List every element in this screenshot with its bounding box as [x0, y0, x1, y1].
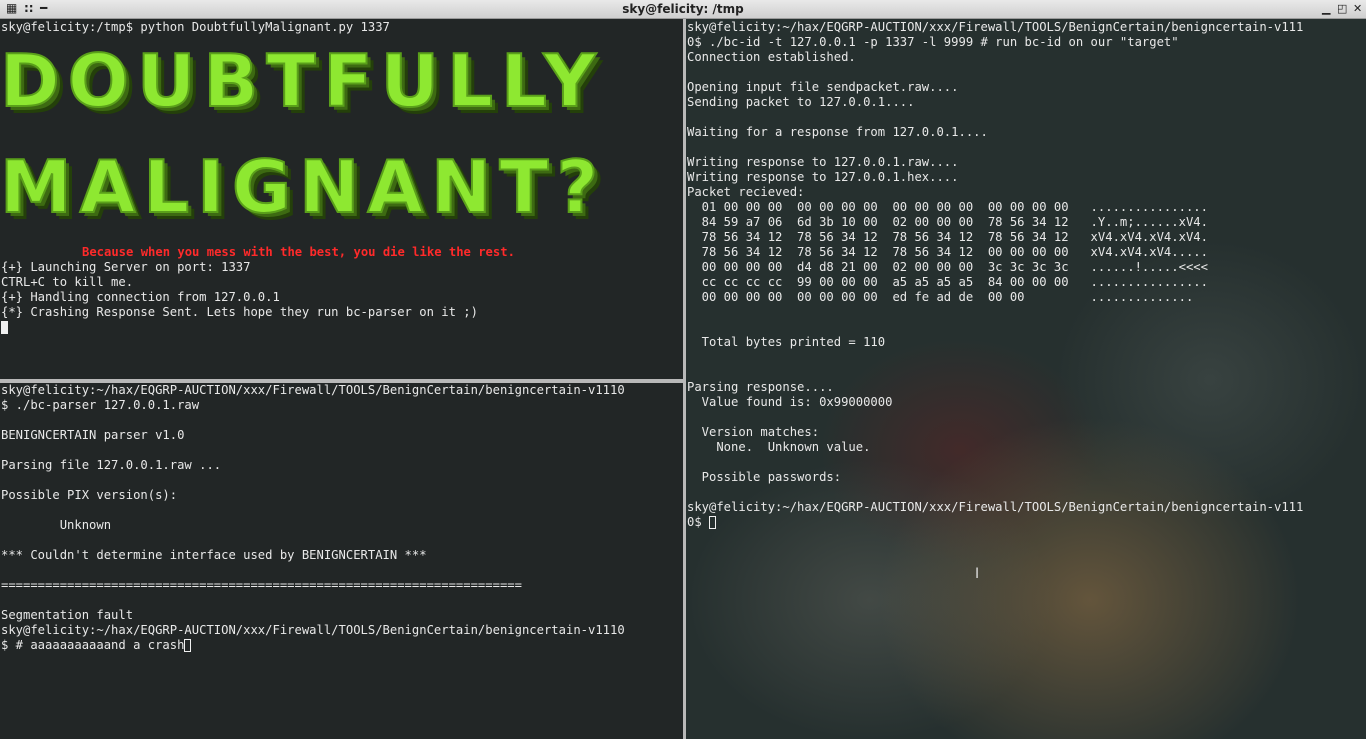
- output-line: ========================================…: [1, 578, 522, 592]
- output-line: Writing response to 127.0.0.1.raw....: [687, 155, 959, 169]
- output-line: Segmentation fault: [1, 608, 134, 622]
- output-line: 00 00 00 00 00 00 00 00 ed fe ad de 00 0…: [687, 290, 1194, 304]
- output-line: 0$ ./bc-id -t 127.0.0.1 -p 1337 -l 9999 …: [687, 35, 1179, 49]
- output-line: Waiting for a response from 127.0.0.1...…: [687, 125, 988, 139]
- output-line: Possible passwords:: [687, 470, 842, 484]
- output-line: Parsing file 127.0.0.1.raw ...: [1, 458, 222, 472]
- banner-tagline: Because when you mess with the best, you…: [82, 245, 515, 259]
- output-line: sky@felicity:~/hax/EQGRP-AUCTION/xxx/Fir…: [1, 383, 625, 397]
- terminal-pane-parser[interactable]: sky@felicity:~/hax/EQGRP-AUCTION/xxx/Fir…: [0, 383, 683, 739]
- output-line: {+} Handling connection from 127.0.0.1: [1, 290, 280, 304]
- output-line: Total bytes printed = 110: [687, 335, 886, 349]
- output-line: Sending packet to 127.0.0.1....: [687, 95, 915, 109]
- maximize-icon[interactable]: ◰: [1337, 2, 1347, 15]
- output-line: sky@felicity:~/hax/EQGRP-AUCTION/xxx/Fir…: [1, 623, 625, 637]
- output-line: Possible PIX version(s):: [1, 488, 178, 502]
- terminal-cursor: [1, 321, 8, 334]
- terminal-cursor: [709, 516, 717, 529]
- prompt-line: $ # aaaaaaaaaaand a crash: [1, 638, 192, 653]
- cursor-line: [1, 320, 8, 335]
- ascii-banner-line-2: MALIGNANT?: [0, 145, 607, 229]
- output-line: Packet recieved:: [687, 185, 805, 199]
- output-line: 00 00 00 00 d4 d8 21 00 02 00 00 00 3c 3…: [687, 260, 1208, 274]
- output-line: Connection established.: [687, 50, 856, 64]
- output-line: 01 00 00 00 00 00 00 00 00 00 00 00 00 0…: [687, 200, 1208, 214]
- output-line: sky@felicity:~/hax/EQGRP-AUCTION/xxx/Fir…: [687, 500, 1304, 514]
- prompt-line: 0$: [687, 515, 717, 530]
- terminal-cursor: [184, 639, 192, 652]
- window-title: sky@felicity: /tmp: [622, 2, 744, 16]
- output-line: Version matches:: [687, 425, 820, 439]
- prompt-text: $ # aaaaaaaaaaand a crash: [1, 638, 185, 652]
- ibeam-cursor-icon: I: [975, 566, 980, 582]
- close-icon[interactable]: ✕: [1353, 2, 1362, 15]
- output-line: Writing response to 127.0.0.1.hex....: [687, 170, 959, 184]
- terminal-pane-server[interactable]: sky@felicity:/tmp$ python DoubtfullyMali…: [0, 19, 683, 379]
- minimize-icon[interactable]: ▁: [1322, 2, 1330, 15]
- output-line: Parsing response....: [687, 380, 834, 394]
- window-titlebar[interactable]: ▦ :: ━ sky@felicity: /tmp ▁ ◰ ✕: [0, 0, 1366, 19]
- output-line: {+} Launching Server on port: 1337: [1, 260, 251, 274]
- output-line: cc cc cc cc 99 00 00 00 a5 a5 a5 a5 84 0…: [687, 275, 1208, 289]
- prompt-text: 0$: [687, 515, 710, 529]
- output-line: *** Couldn't determine interface used by…: [1, 548, 427, 562]
- ascii-banner-line-1: DOUBTFULLY: [0, 39, 604, 123]
- output-line: BENIGNCERTAIN parser v1.0: [1, 428, 185, 442]
- output-line: Value found is: 0x99000000: [687, 395, 893, 409]
- output-line: None. Unknown value.: [687, 440, 871, 454]
- output-line: Opening input file sendpacket.raw....: [687, 80, 959, 94]
- output-line: CTRL+C to kill me.: [1, 275, 134, 289]
- terminal-pane-bc-id[interactable]: sky@felicity:~/hax/EQGRP-AUCTION/xxx/Fir…: [686, 19, 1366, 739]
- output-line: {*} Crashing Response Sent. Lets hope th…: [1, 305, 478, 319]
- output-line: 78 56 34 12 78 56 34 12 78 56 34 12 00 0…: [687, 245, 1208, 259]
- output-line: Unknown: [1, 518, 112, 532]
- output-line: 84 59 a7 06 6d 3b 10 00 02 00 00 00 78 5…: [687, 215, 1208, 229]
- output-line: 78 56 34 12 78 56 34 12 78 56 34 12 78 5…: [687, 230, 1208, 244]
- output-line: sky@felicity:~/hax/EQGRP-AUCTION/xxx/Fir…: [687, 20, 1304, 34]
- output-line: $ ./bc-parser 127.0.0.1.raw: [1, 398, 200, 412]
- prompt-line: sky@felicity:/tmp$ python DoubtfullyMali…: [1, 20, 390, 34]
